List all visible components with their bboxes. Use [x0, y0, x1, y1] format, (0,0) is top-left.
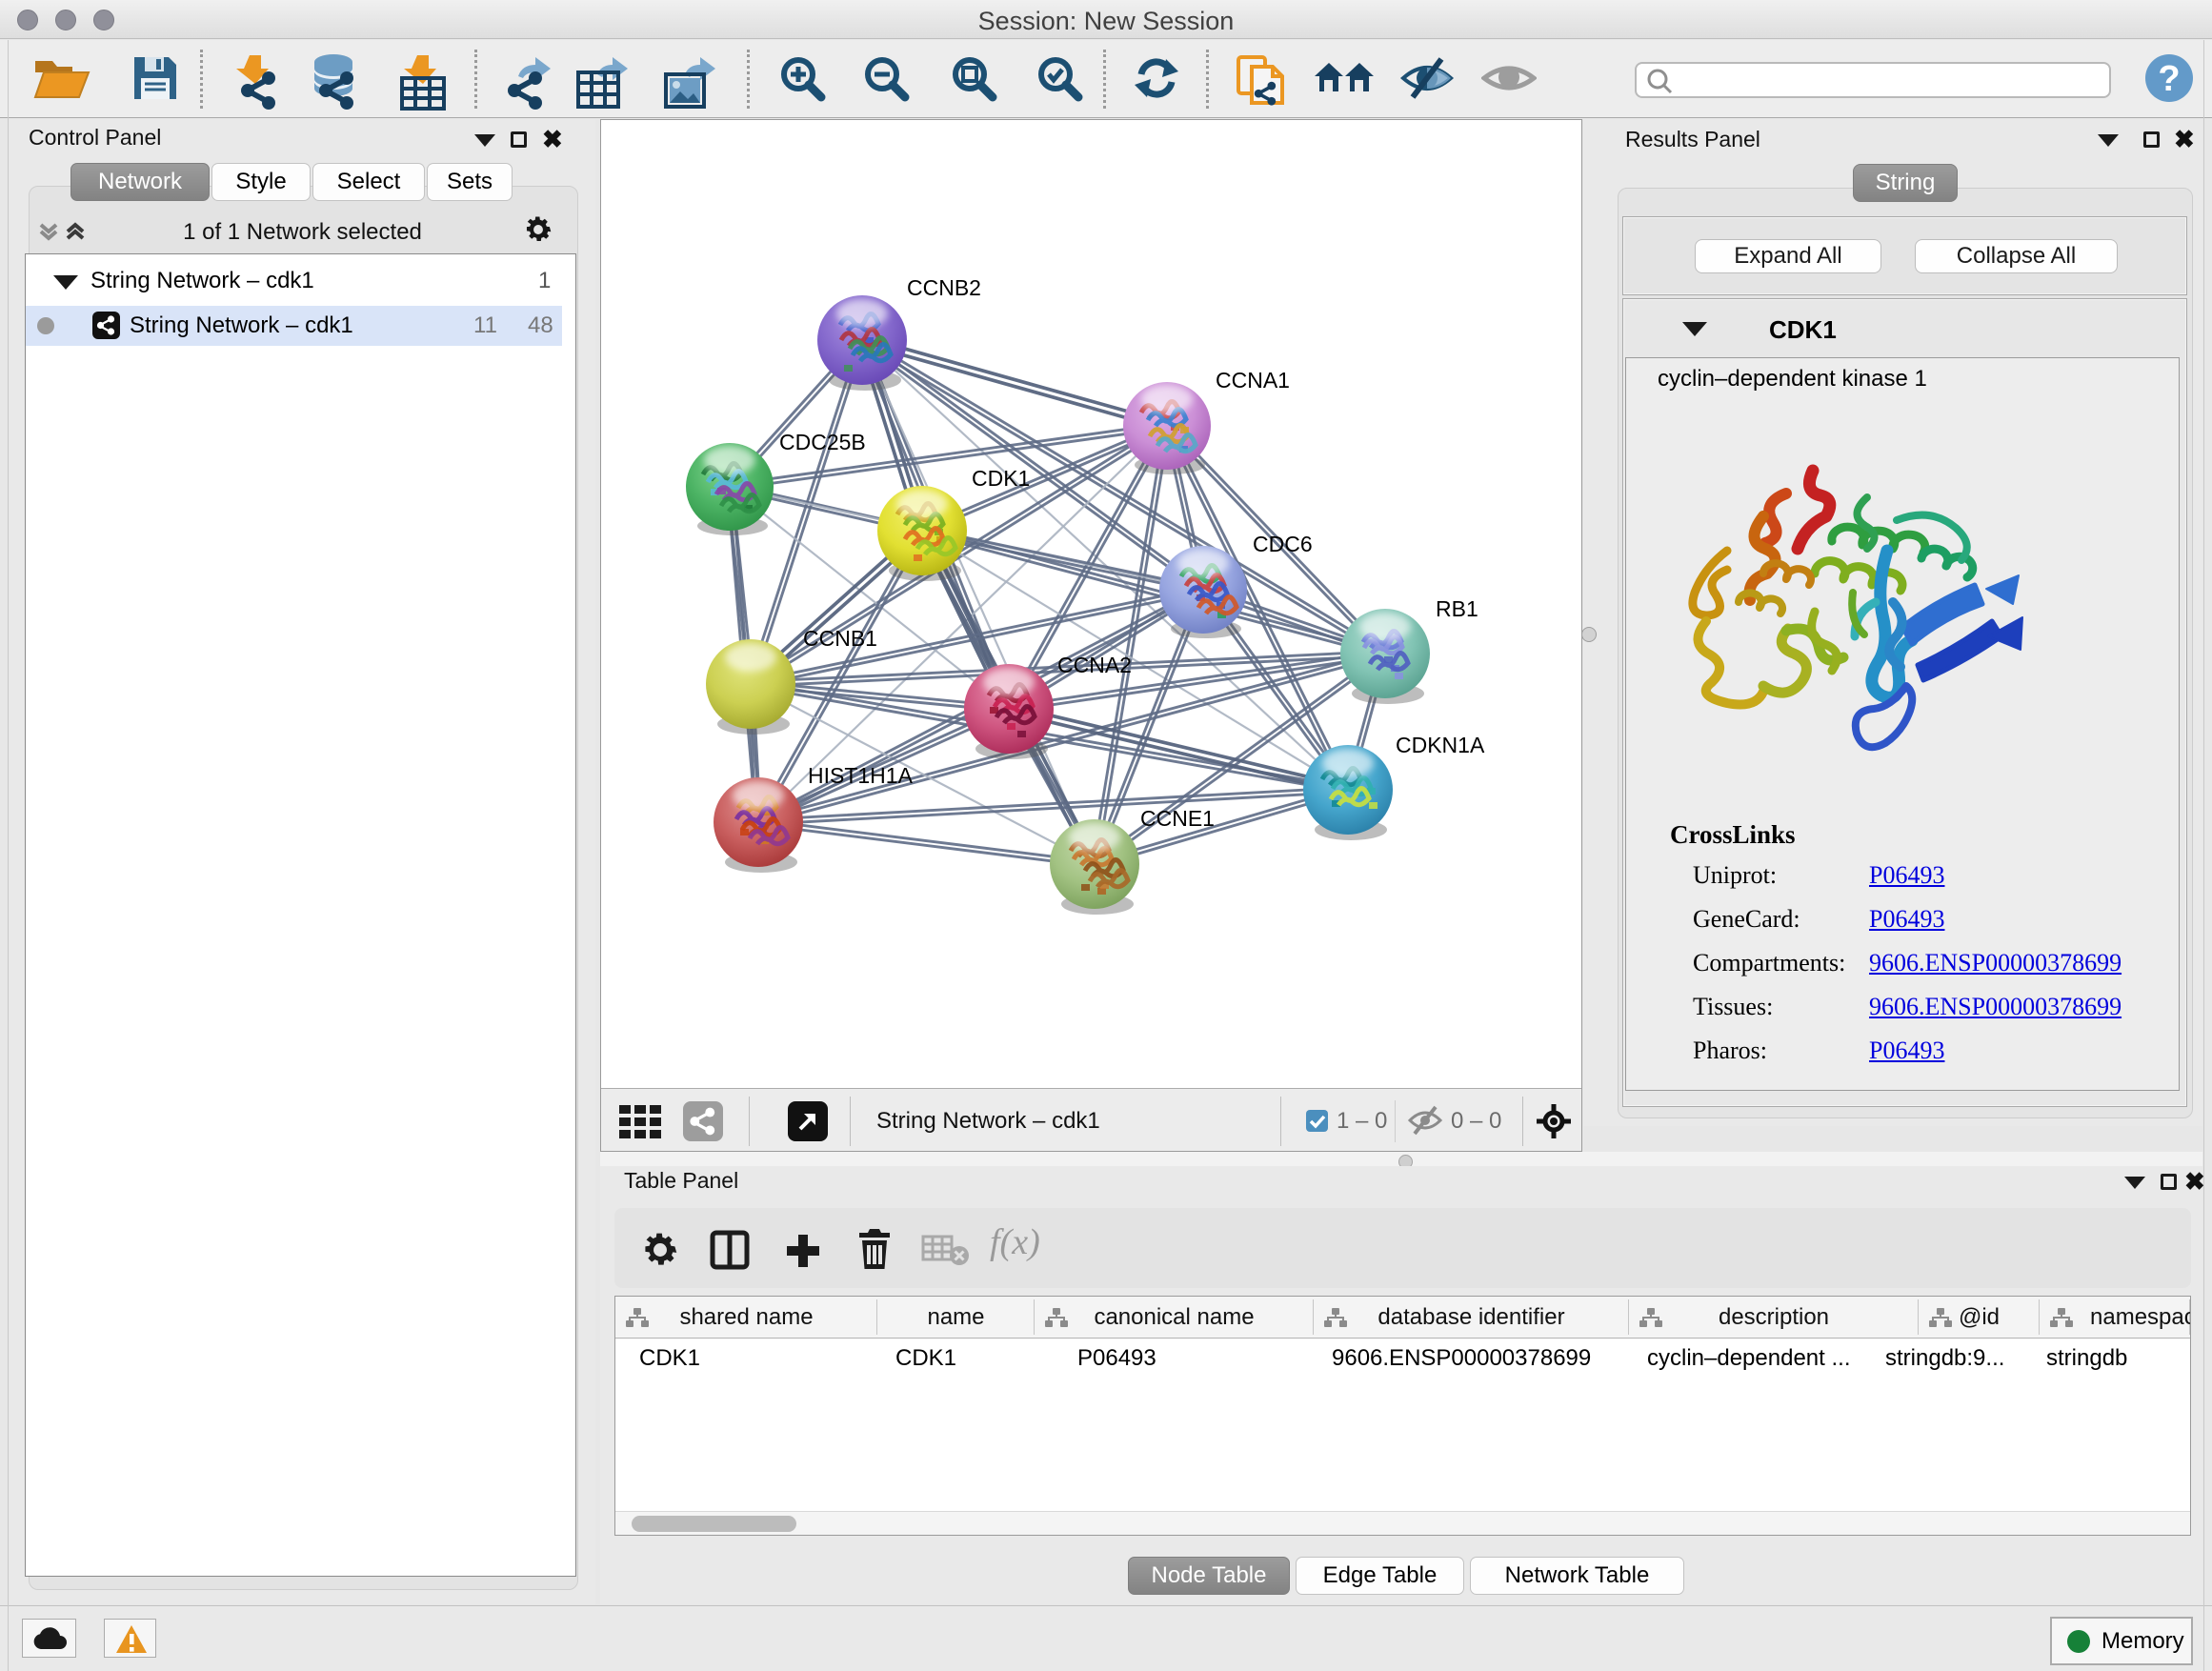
- svg-text:CCNB1: CCNB1: [803, 626, 877, 651]
- svg-text:CDK1: CDK1: [972, 466, 1030, 491]
- svg-text:CDC6: CDC6: [1253, 532, 1313, 556]
- svg-text:HIST1H1A: HIST1H1A: [808, 763, 914, 788]
- svg-text:?: ?: [2158, 59, 2180, 99]
- svg-text:CCNE1: CCNE1: [1140, 806, 1215, 831]
- svg-text:RB1: RB1: [1436, 596, 1478, 621]
- svg-text:CCNA1: CCNA1: [1216, 368, 1290, 393]
- svg-text:CDC25B: CDC25B: [779, 430, 866, 454]
- svg-text:CDKN1A: CDKN1A: [1396, 733, 1485, 757]
- svg-text:CCNB2: CCNB2: [907, 275, 981, 300]
- svg-text:CCNA2: CCNA2: [1057, 653, 1132, 677]
